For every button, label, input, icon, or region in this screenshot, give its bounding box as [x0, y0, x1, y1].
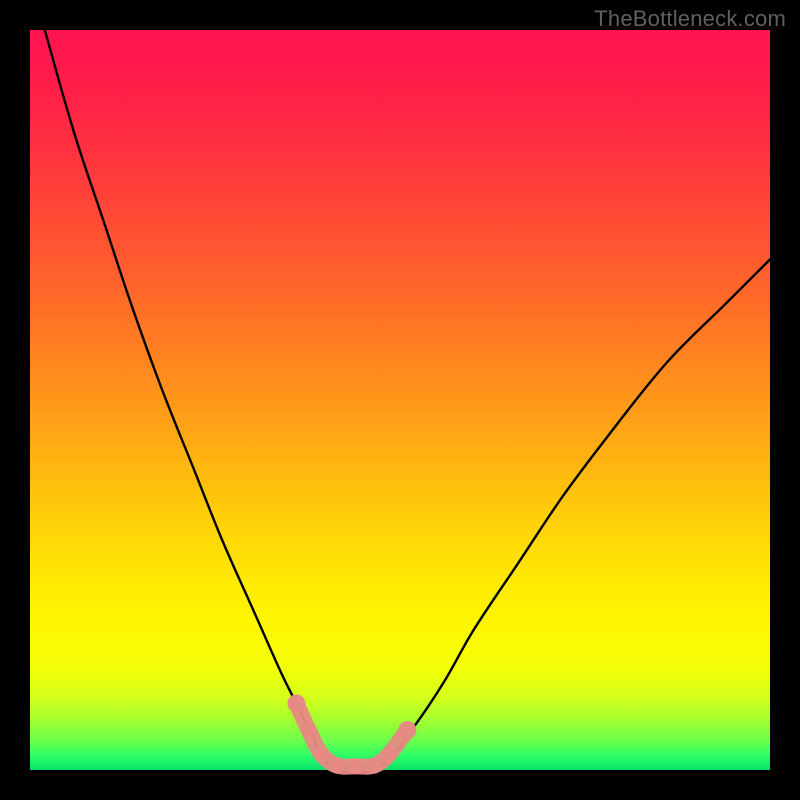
- marker-dot: [366, 758, 382, 774]
- outer-frame: TheBottleneck.com: [0, 0, 800, 800]
- chart-svg: [30, 30, 770, 770]
- marker-dot: [398, 721, 416, 739]
- marker-layer: [287, 694, 416, 774]
- marker-dot: [381, 747, 397, 763]
- marker-dot: [301, 723, 317, 739]
- bottleneck-curve: [45, 30, 770, 767]
- marker-dot: [329, 758, 345, 774]
- marker-dot: [314, 747, 330, 763]
- watermark-text: TheBottleneck.com: [594, 6, 786, 32]
- marker-dot: [348, 758, 364, 774]
- curve-layer: [45, 30, 770, 767]
- plot-area: [30, 30, 770, 770]
- marker-dot: [287, 694, 305, 712]
